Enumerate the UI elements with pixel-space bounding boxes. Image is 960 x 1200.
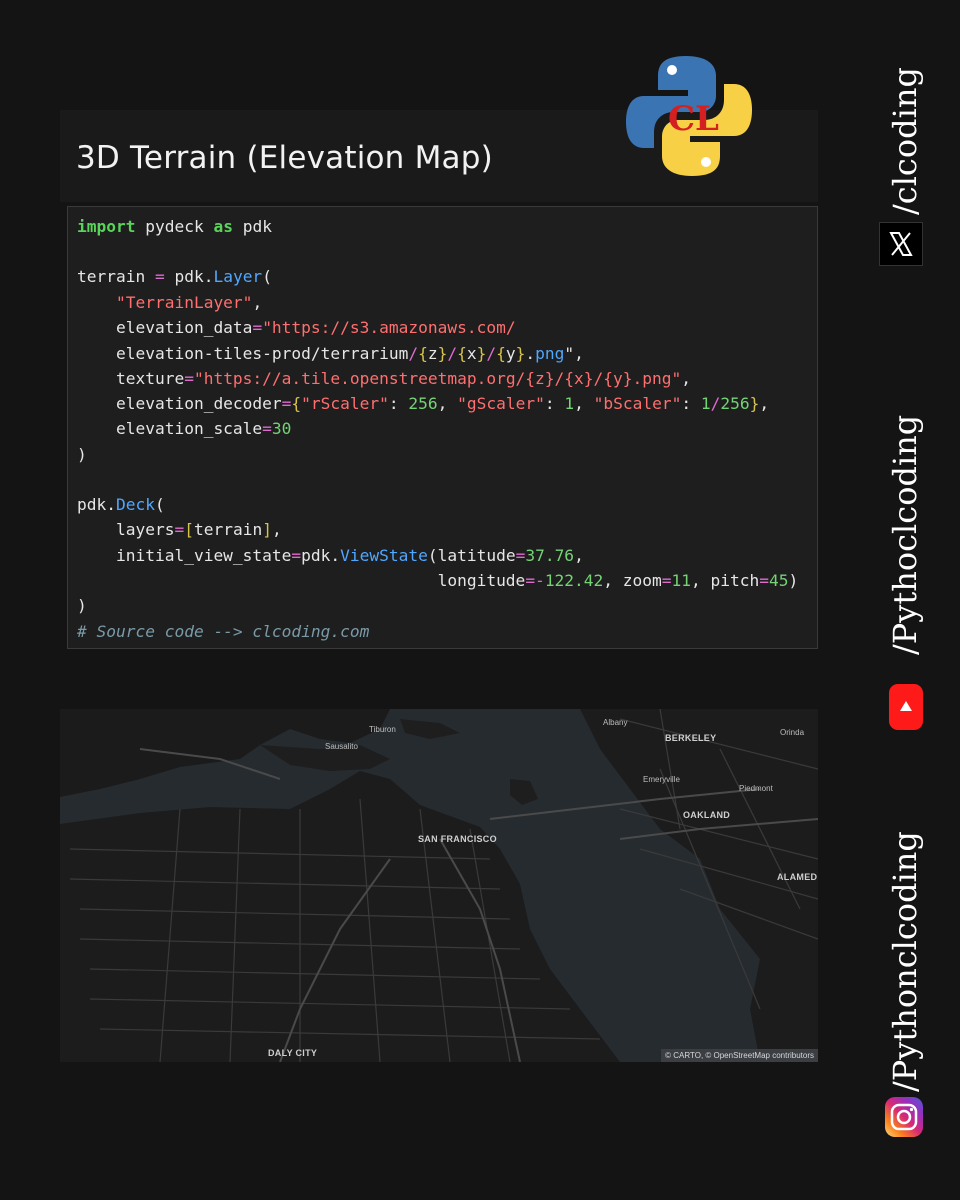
code-line-6: elevation-tiles-prod/terrarium/{z}/{x}/{… (77, 344, 584, 363)
map-label-oakland: OAKLAND (683, 810, 731, 820)
map-label-tiburon: Tiburon (369, 725, 396, 734)
code-line-1: import pydeck as pdk (77, 217, 272, 236)
map-label-orinda: Orinda (780, 728, 805, 737)
map-label-daly-city: DALY CITY (268, 1048, 318, 1058)
code-line-5: elevation_data="https://s3.amazonaws.com… (77, 318, 516, 337)
x-icon[interactable] (879, 222, 923, 266)
code-line-16: ) (77, 596, 87, 615)
map-label-alameda: ALAMED (777, 872, 818, 882)
map-label-berkeley: BERKELEY (665, 733, 717, 743)
code-line-13: layers=[terrain], (77, 520, 282, 539)
map-canvas (60, 709, 818, 1062)
code-line-7: texture="https://a.tile.openstreetmap.or… (77, 369, 691, 388)
code-line-9: elevation_scale=30 (77, 419, 292, 438)
code-line-4: "TerrainLayer", (115, 293, 263, 312)
code-line-8: elevation_decoder={"rScaler": 256, "gSca… (77, 394, 770, 413)
python-logo: CL (624, 52, 754, 180)
code-block: import pydeck as pdk terrain = pdk.Layer… (67, 206, 818, 649)
code-line-15: longitude=-122.42, zoom=11, pitch=45) (77, 571, 799, 590)
map-label-piedmont: Piedmont (739, 784, 773, 793)
map-attribution[interactable]: © CARTO, © OpenStreetMap contributors (661, 1049, 818, 1062)
youtube-icon[interactable] (889, 684, 923, 730)
map-label-san-francisco: SAN FRANCISCO (418, 834, 497, 844)
map-label-emeryville: Emeryville (643, 775, 680, 784)
instagram-icon[interactable] (885, 1097, 923, 1137)
map-view[interactable]: Sausalito Tiburon Albany BERKELEY Orinda… (60, 709, 818, 1062)
x-handle: /clcoding (886, 67, 924, 215)
code-line-14: initial_view_state=pdk.ViewState(latitud… (77, 546, 584, 565)
map-label-albany: Albany (603, 718, 628, 727)
code-line-12: pdk.Deck( (77, 495, 165, 514)
code-comment: # Source code --> clcoding.com (77, 622, 370, 641)
logo-text: CL (668, 99, 719, 139)
map-label-sausalito: Sausalito (325, 742, 358, 751)
youtube-handle: /Pythoclcoding (886, 414, 924, 655)
page-title: 3D Terrain (Elevation Map) (76, 140, 493, 176)
code-line-10: ) (77, 445, 87, 464)
instagram-handle: /Pythonclcoding (886, 831, 924, 1092)
code-line-3: terrain = pdk.Layer( (77, 267, 272, 286)
